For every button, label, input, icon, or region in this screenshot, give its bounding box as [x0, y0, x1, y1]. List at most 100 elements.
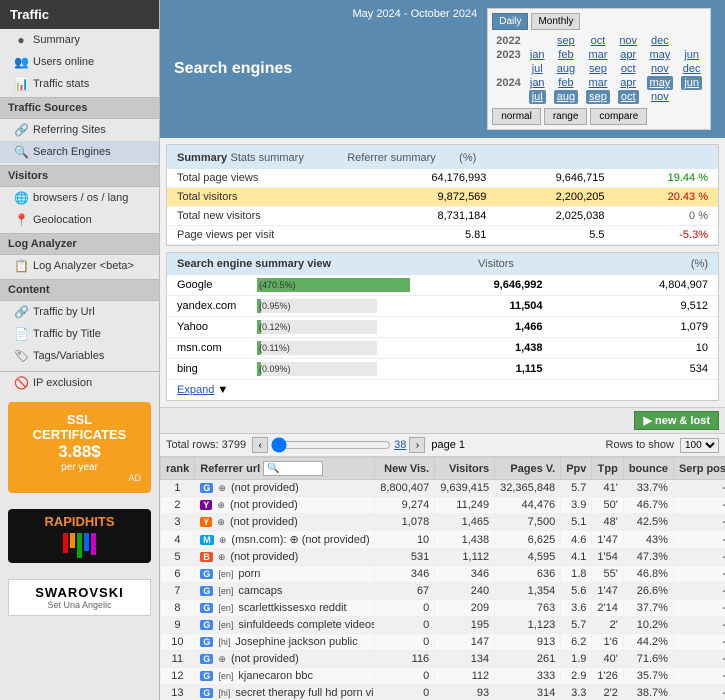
page-prev-btn[interactable]: ‹ — [252, 437, 268, 453]
referrer-cell: G ⊕ (not provided) — [195, 651, 375, 668]
bounce-cell: 35.7% — [623, 668, 673, 685]
cal-sep-2022[interactable]: sep — [557, 35, 575, 47]
referrer-url: (msn.com): ⊕ (not provided) — [231, 534, 369, 546]
year-2022: 2022 — [492, 34, 524, 48]
summary-v2: 2,025,038 — [496, 207, 614, 226]
link-icon: 🔗 — [14, 123, 28, 137]
engine-badge: G — [200, 483, 213, 493]
page-num[interactable]: 38 — [394, 439, 406, 451]
sidebar-item-label: Users online — [33, 56, 94, 68]
page-next-btn[interactable]: › — [409, 437, 425, 453]
referrer-url: kjanecaron bbc — [238, 670, 313, 682]
cal-jun-2023[interactable]: jun — [684, 49, 699, 61]
cal-aug-2024[interactable]: aug — [554, 90, 578, 104]
cal-apr-2023[interactable]: apr — [620, 49, 636, 61]
summary-label: Total new visitors — [167, 207, 368, 226]
cal-oct-2022[interactable]: oct — [591, 35, 606, 47]
sidebar-item-browsers[interactable]: 🌐 browsers / os / lang — [0, 187, 159, 209]
sidebar-item-geolocation[interactable]: 📍 Geolocation — [0, 209, 159, 231]
sidebar-item-search-engines[interactable]: 🔍 Search Engines — [0, 141, 159, 163]
new-lost-button[interactable]: ▶ new & lost — [634, 411, 719, 430]
new-vis-cell: 67 — [375, 583, 435, 600]
cal-jun-2024[interactable]: jun — [681, 76, 702, 90]
table-row: 5 B ⊕ (not provided) 531 1,112 4,595 4.1… — [161, 549, 725, 566]
col-bounce: bounce — [623, 458, 673, 480]
cal-may-2023[interactable]: may — [650, 49, 671, 61]
summary-v1: 5.81 — [368, 226, 497, 245]
pages-v-cell: 763 — [495, 600, 561, 617]
cal-jul-2023[interactable]: jul — [532, 63, 543, 75]
daily-button[interactable]: Daily — [492, 13, 528, 30]
visitors-header: Visitors — [0, 165, 159, 187]
compare-btn[interactable]: compare — [590, 108, 647, 125]
referrer-search-input[interactable] — [263, 461, 323, 476]
sidebar-item-label: Traffic by Title — [33, 328, 101, 340]
se-label: bing — [167, 359, 247, 380]
cal-sep-2023[interactable]: sep — [589, 63, 607, 75]
cal-aug-2023[interactable]: aug — [557, 63, 575, 75]
cal-oct-2023[interactable]: oct — [621, 63, 636, 75]
cal-may-2024[interactable]: may — [647, 76, 674, 90]
se-bar-cell: (0.09%) — [247, 359, 387, 380]
cal-dec-2022[interactable]: dec — [651, 35, 669, 47]
ssl-ad[interactable]: SSLCERTIFICATES 3.88$ per year AD — [8, 402, 151, 493]
ppv-cell: 5.1 — [561, 514, 592, 531]
rows-select[interactable]: 100 50 25 200 — [680, 438, 719, 453]
summary-v1: 8,731,184 — [368, 207, 497, 226]
sidebar-item-tags[interactable]: 🏷 Tags/Variables — [0, 345, 159, 367]
sidebar-item-referring-sites[interactable]: 🔗 Referring Sites — [0, 119, 159, 141]
cal-apr-2024[interactable]: apr — [620, 77, 636, 89]
col-serp-pos: Serp pos — [673, 458, 725, 480]
rapidhits-ad[interactable]: RAPIDHITS — [8, 509, 151, 563]
se-label: Yahoo — [167, 317, 247, 338]
cal-mar-2023[interactable]: mar — [588, 49, 607, 61]
cal-dec-2023[interactable]: dec — [683, 63, 701, 75]
sidebar-item-log-analyzer[interactable]: 📋 Log Analyzer <beta> — [0, 255, 159, 277]
cal-jan-2024[interactable]: jan — [530, 77, 545, 89]
summary-col3-header: (%) — [459, 152, 476, 164]
visitors-cell: 346 — [435, 566, 495, 583]
cal-nov-2022[interactable]: nov — [619, 35, 637, 47]
cal-oct-2024[interactable]: oct — [618, 90, 639, 104]
sidebar-item-traffic-stats[interactable]: 📊 Traffic stats — [0, 73, 159, 95]
bounce-cell: 38.7% — [623, 685, 673, 700]
cal-mar-2024[interactable]: mar — [588, 77, 607, 89]
range-btn[interactable]: range — [544, 108, 588, 125]
engine-lang: ⊕ — [217, 500, 225, 510]
cal-sep-2024[interactable]: sep — [586, 90, 610, 104]
cal-jan-2023[interactable]: jan — [530, 49, 545, 61]
expand-button[interactable]: Expand — [177, 384, 214, 396]
sidebar-item-traffic-title[interactable]: 📄 Traffic by Title — [0, 323, 159, 345]
referrer-url: porn — [238, 568, 260, 580]
sidebar-item-traffic-url[interactable]: 🔗 Traffic by Url — [0, 301, 159, 323]
normal-btn[interactable]: normal — [492, 108, 541, 125]
cal-feb-2023[interactable]: feb — [558, 49, 573, 61]
bounce-cell: 71.6% — [623, 651, 673, 668]
engine-badge: G — [200, 654, 213, 664]
monthly-button[interactable]: Monthly — [531, 13, 580, 30]
swarovski-sub: Set Una Angelic — [14, 600, 145, 610]
pages-v-cell: 7,500 — [495, 514, 561, 531]
summary-v2: 5.5 — [496, 226, 614, 245]
engine-badge: G — [200, 620, 213, 630]
rows-info: Total rows: 3799 — [166, 439, 246, 451]
cal-feb-2024[interactable]: feb — [558, 77, 573, 89]
cal-jul-2024[interactable]: jul — [529, 90, 546, 104]
swarovski-ad[interactable]: SWAROVSKI Set Una Angelic — [8, 579, 151, 616]
sidebar-item-summary[interactable]: ● Summary — [0, 29, 159, 51]
visitors-cell: 9,639,415 — [435, 480, 495, 497]
sidebar-item-ip-exclusion[interactable]: 🚫 IP exclusion — [0, 372, 159, 394]
summary-v2: 2,200,205 — [496, 188, 614, 207]
col-rank: rank — [161, 458, 195, 480]
cal-nav-buttons: normal range compare — [492, 108, 706, 125]
page-slider[interactable] — [271, 437, 391, 453]
cal-nov-2024[interactable]: nov — [651, 91, 669, 103]
sidebar-item-users-online[interactable]: 👥 Users online — [0, 51, 159, 73]
se-pct: 1,079 — [553, 317, 719, 338]
sidebar-item-label: browsers / os / lang — [33, 192, 128, 204]
search-icon: 🔍 — [14, 145, 28, 159]
bounce-cell: 44.2% — [623, 634, 673, 651]
new-vis-cell: 116 — [375, 651, 435, 668]
cal-nov-2023[interactable]: nov — [651, 63, 669, 75]
summary-title: Summary Stats summary Referrer summary (… — [167, 145, 718, 169]
